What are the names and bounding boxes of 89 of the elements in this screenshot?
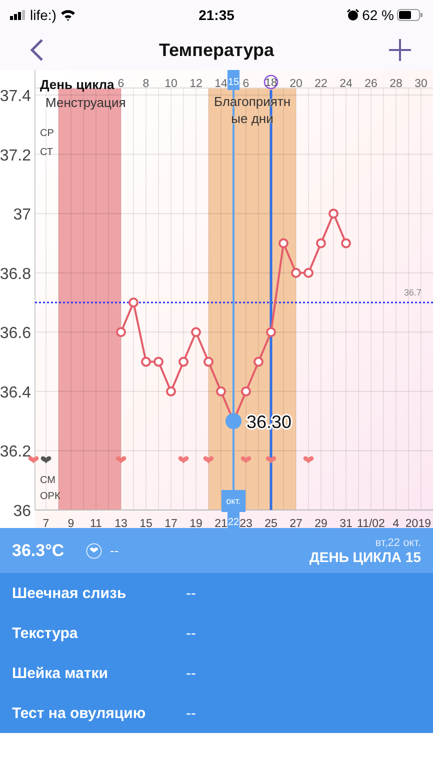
data-point[interactable] — [278, 238, 288, 248]
cycle-day-badge: 15 — [228, 70, 240, 90]
row-label: Шейка матки — [12, 664, 109, 682]
axis-label: 27 — [290, 518, 302, 528]
axis-title: День цикла — [40, 77, 114, 92]
data-point[interactable] — [204, 356, 214, 367]
data-point[interactable] — [241, 386, 251, 396]
row-value: -- — [186, 704, 196, 722]
signal-icon — [10, 10, 26, 20]
axis-label: 25 — [264, 518, 278, 528]
data-point[interactable] — [191, 327, 201, 338]
ovulation-day-marker: 18 — [264, 74, 278, 90]
data-point[interactable] — [291, 268, 301, 278]
axis-label: 15 — [140, 518, 152, 528]
axis-label: 37.2 — [0, 147, 31, 164]
axis-label: 36.6 — [0, 325, 31, 342]
row-label: СР — [40, 128, 54, 139]
row-label: Тест на овуляцию — [12, 704, 147, 722]
data-point[interactable] — [316, 238, 326, 248]
data-point[interactable] — [304, 268, 314, 278]
row-value: -- — [186, 584, 196, 602]
data-point[interactable] — [141, 356, 151, 367]
axis-label: 37.4 — [0, 88, 31, 105]
row-value: -- — [186, 664, 196, 682]
axis-label: 37 — [13, 206, 31, 224]
back-button[interactable] — [30, 38, 44, 62]
axis-label: 29 — [314, 518, 328, 528]
alarm-clock-icon — [347, 9, 360, 21]
axis-label: 14 — [214, 78, 228, 90]
temperature-value: 36.3°C — [12, 540, 66, 560]
list-row[interactable]: Текстура -- — [0, 613, 433, 653]
axis-label: 13 — [114, 518, 128, 528]
axis-label: 21 — [214, 518, 228, 528]
axis-label: 24 — [340, 78, 352, 90]
list-row[interactable]: Шейка матки -- — [0, 653, 433, 693]
axis-label: 19 — [190, 518, 202, 528]
axis-label: 2019 — [405, 518, 431, 528]
row-label: Шеечная слизь — [12, 584, 128, 602]
axis-label: 12 — [190, 78, 202, 90]
axis-label: 26 — [364, 78, 378, 90]
axis-label: 36.8 — [0, 266, 31, 283]
cycle-day-label: ДЕНЬ ЦИКЛА 15 — [309, 548, 421, 564]
axis-label: 31 — [340, 518, 352, 528]
axis-label: 22 — [314, 78, 328, 90]
axis-label: 9 — [68, 518, 74, 528]
wifi-icon — [60, 9, 76, 21]
row-label: СТ — [40, 147, 53, 158]
data-point[interactable] — [341, 238, 351, 248]
axis-label: 7 — [42, 518, 50, 528]
axis-label: 36.4 — [0, 384, 31, 402]
axis-label: 11/02 — [357, 518, 385, 528]
axis-label: 8 — [142, 78, 150, 90]
data-point[interactable] — [254, 356, 264, 367]
add-button[interactable] — [389, 39, 411, 61]
axis-label: 6 — [118, 78, 124, 90]
threshold-label: 36.7 — [404, 288, 422, 298]
row-value: -- — [186, 624, 196, 642]
axis-label: 28 — [390, 78, 402, 90]
data-point[interactable] — [166, 386, 176, 396]
data-point[interactable] — [154, 356, 164, 367]
axis-label: 36.2 — [0, 444, 31, 461]
axis-label: 4 — [392, 518, 400, 528]
axis-label: 20 — [290, 78, 302, 90]
data-point[interactable] — [266, 327, 276, 338]
row-label: ОРК — [40, 491, 60, 502]
axis-label: 6 — [242, 78, 250, 90]
list-row[interactable]: Шеечная слизь -- — [0, 573, 433, 613]
data-point[interactable] — [328, 208, 338, 219]
data-point[interactable] — [178, 356, 188, 367]
list-row[interactable]: Тест на овуляцию -- — [0, 693, 433, 733]
data-point[interactable] — [128, 298, 138, 308]
axis-label: 36 — [13, 503, 31, 520]
data-point[interactable] — [116, 327, 126, 338]
band-label: Менструация — [46, 95, 126, 110]
row-label: Текстура — [12, 624, 79, 642]
battery-percent: 62 % — [362, 7, 394, 23]
carrier-name: life:) — [30, 7, 56, 23]
battery-icon — [397, 9, 423, 21]
axis-label: 11 — [90, 518, 102, 528]
clock-time: 21:35 — [198, 7, 236, 23]
data-point[interactable] — [216, 386, 226, 396]
axis-label: 23 — [240, 518, 252, 528]
screen-title: Температура — [158, 40, 274, 60]
axis-label: 10 — [164, 78, 178, 90]
date-label: вт,22 окт. — [375, 536, 421, 548]
intercourse-value: -- — [110, 543, 119, 558]
axis-label: 30 — [414, 78, 428, 90]
axis-label: 17 — [164, 518, 178, 528]
row-label: СМ — [40, 475, 56, 486]
